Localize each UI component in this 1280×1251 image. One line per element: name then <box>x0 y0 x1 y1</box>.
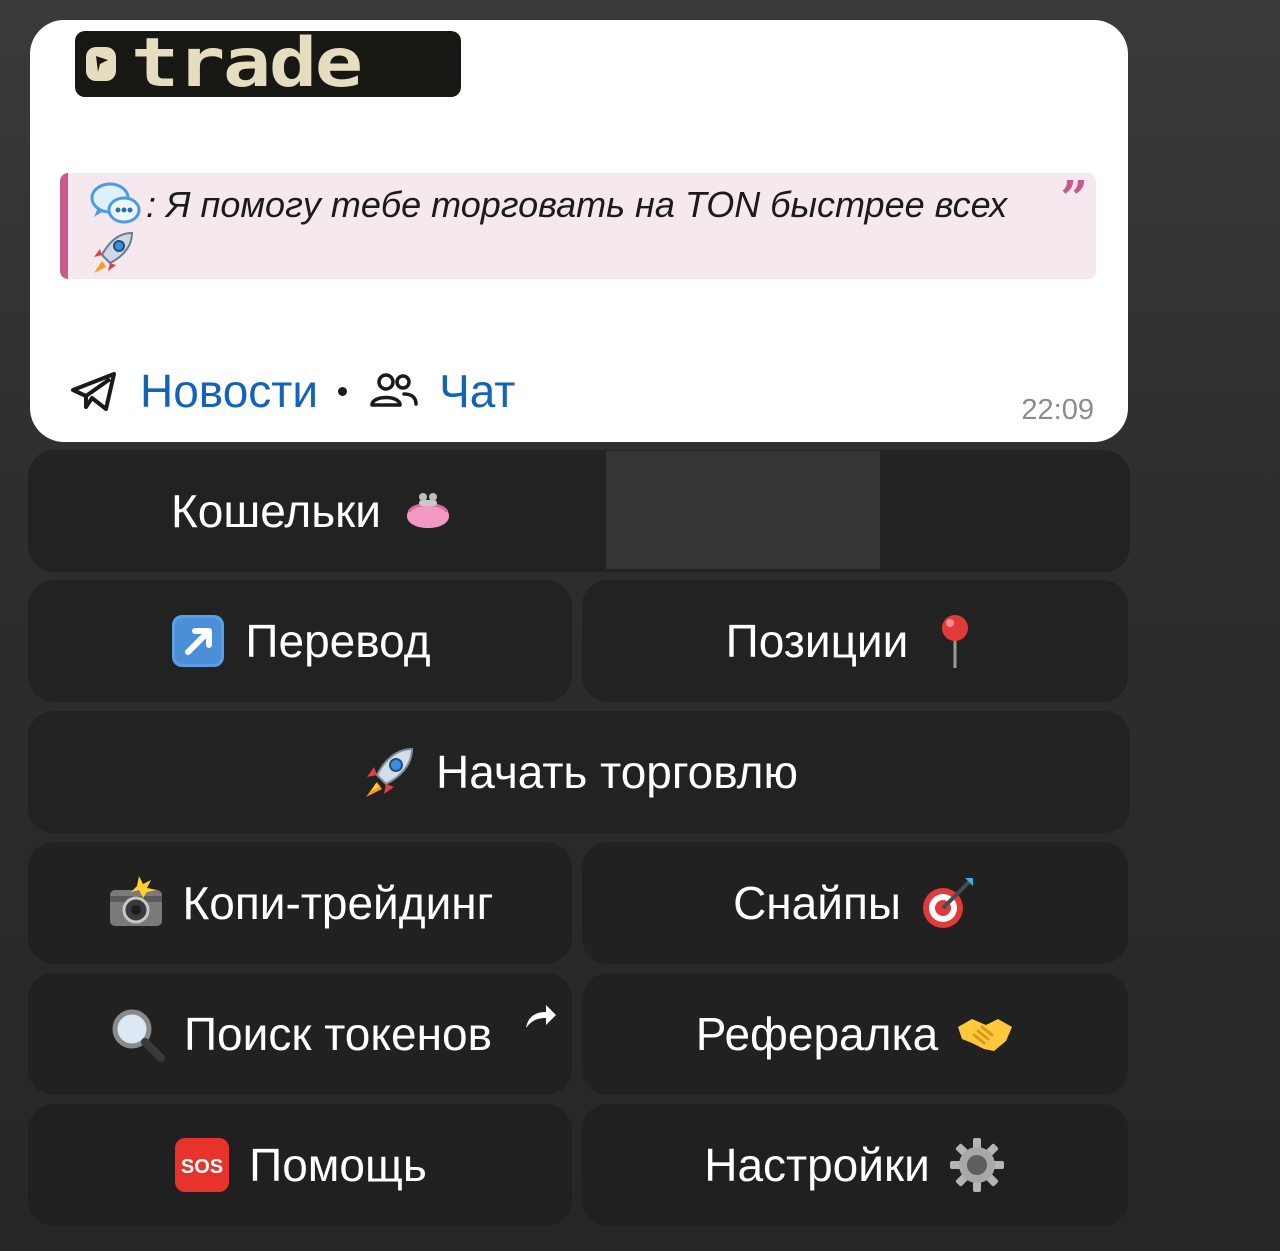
settings-button[interactable]: Настройки <box>582 1104 1128 1226</box>
svg-text:SOS: SOS <box>181 1156 223 1178</box>
telegram-icon[interactable] <box>70 371 118 411</box>
separator-dot <box>338 386 348 396</box>
start-trading-label: Начать торговлю <box>436 746 798 798</box>
magnifier-icon <box>108 1005 166 1063</box>
token-search-button[interactable]: Поиск токенов <box>28 973 572 1095</box>
help-button[interactable]: SOS Помощь <box>28 1104 572 1226</box>
start-trading-button[interactable]: Начать торговлю <box>28 711 1130 833</box>
transfer-button[interactable]: Перевод <box>28 580 572 702</box>
blockquote: : Я помогу тебе торговать на TON быстрее… <box>60 173 1096 279</box>
arrow-up-right-icon <box>169 612 227 670</box>
wallets-button[interactable]: Кошельки <box>28 450 1130 572</box>
positions-label: Позиции <box>725 615 909 667</box>
referral-button[interactable]: Рефералка <box>582 973 1128 1095</box>
share-arrow-icon <box>524 987 558 1028</box>
link-row: Новости Чат <box>70 363 515 419</box>
settings-label: Настройки <box>704 1139 930 1191</box>
touch-highlight <box>606 451 880 569</box>
message-bubble: trade : Я помогу тебе торговать на TON б… <box>30 20 1128 442</box>
direct-hit-icon <box>919 874 977 932</box>
copy-trading-label: Копи-трейдинг <box>182 877 494 929</box>
chat-link[interactable]: Чат <box>439 363 515 419</box>
gear-icon <box>948 1136 1006 1194</box>
pushpin-icon <box>926 612 984 670</box>
wallets-label: Кошельки <box>171 485 381 537</box>
snipes-label: Снайпы <box>733 877 901 929</box>
camera-flash-icon <box>107 874 165 932</box>
rocket-icon <box>360 743 418 801</box>
referral-label: Рефералка <box>695 1008 939 1060</box>
handshake-icon <box>956 1005 1014 1063</box>
news-link[interactable]: Новости <box>140 363 318 419</box>
quote-mark-icon: ” <box>1060 171 1088 227</box>
quote-text: : Я помогу тебе торговать на TON быстрее… <box>146 184 1008 225</box>
trade-logo: trade <box>75 24 461 103</box>
positions-button[interactable]: Позиции <box>582 580 1128 702</box>
token-search-label: Поиск токенов <box>183 1008 493 1060</box>
logo-mark-icon <box>85 44 125 84</box>
rocket-icon <box>88 227 138 277</box>
group-icon[interactable] <box>369 371 419 411</box>
transfer-label: Перевод <box>245 615 431 667</box>
snipes-button[interactable]: Снайпы <box>582 842 1128 964</box>
copy-trading-button[interactable]: Копи-трейдинг <box>28 842 572 964</box>
purse-icon <box>399 482 457 540</box>
speech-bubbles-icon <box>90 181 142 227</box>
help-label: Помощь <box>249 1139 427 1191</box>
sos-icon: SOS <box>173 1136 231 1194</box>
message-time: 22:09 <box>1021 394 1094 426</box>
logo-text: trade <box>131 24 363 103</box>
